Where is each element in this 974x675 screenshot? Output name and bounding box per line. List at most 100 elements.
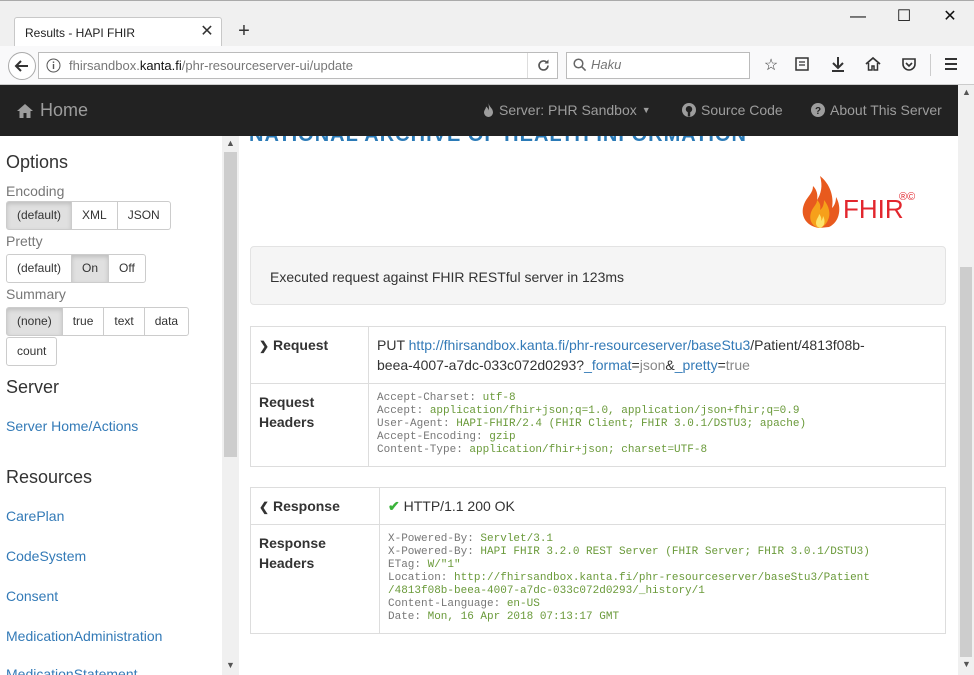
summary-text-button[interactable]: text	[103, 307, 145, 336]
summary-data-button[interactable]: data	[143, 307, 190, 336]
search-input[interactable]	[591, 57, 741, 72]
header-line: /4813f08b-beea-4007-a7dc-033c072d0293/_h…	[388, 585, 705, 597]
url-text: fhirsandbox.kanta.fi/phr-resourceserver-…	[69, 58, 353, 73]
resource-link-medicationstatement[interactable]: MedicationStatement	[6, 666, 138, 675]
response-headers: X-Powered-By: Servlet/3.1 X-Powered-By: …	[379, 524, 946, 634]
scroll-down-icon[interactable]: ▼	[226, 660, 235, 670]
new-tab-icon[interactable]: +	[234, 21, 254, 43]
pretty-default-button[interactable]: (default)	[6, 254, 73, 283]
response-headers-label-2: Headers	[259, 555, 315, 571]
summary-none-button[interactable]: (none)	[6, 307, 63, 336]
main-content: NATIONAL ARCHIVE OF HEALTH INFORMATION F…	[239, 136, 958, 675]
close-tab-icon[interactable]: ✕	[199, 24, 215, 40]
browser-navbar: fhirsandbox.kanta.fi/phr-resourceserver-…	[0, 46, 974, 85]
source-code-link[interactable]: Source Code	[682, 102, 783, 118]
resource-link-careplan[interactable]: CarePlan	[6, 508, 64, 524]
app-navbar: Home Server: PHR Sandbox ▼ Source Code ?…	[0, 85, 958, 136]
summary-count-button[interactable]: count	[6, 337, 58, 366]
fhir-logo: FHIR ®©	[802, 176, 915, 228]
request-headers-label-1: Request	[259, 394, 315, 410]
sidebar-scroll-thumb[interactable]	[224, 152, 237, 457]
download-icon[interactable]	[827, 56, 849, 76]
url-bar[interactable]: fhirsandbox.kanta.fi/phr-resourceserver-…	[38, 52, 558, 79]
close-window-icon[interactable]: ✕	[936, 7, 964, 27]
info-icon	[46, 58, 61, 73]
server-home-link[interactable]: Server Home/Actions	[6, 418, 138, 434]
resource-link-medicationadministration[interactable]: MedicationAdministration	[6, 628, 162, 644]
response-label-cell[interactable]: ❮ Response	[250, 487, 380, 525]
scroll-up-icon[interactable]: ▲	[226, 138, 235, 148]
about-server-label: About This Server	[830, 102, 942, 118]
header-line: Accept-Encoding: gzip	[377, 431, 516, 443]
resource-link-consent[interactable]: Consent	[6, 588, 58, 604]
fhir-logo-text: FHIR	[843, 194, 904, 224]
home-icon[interactable]	[862, 56, 884, 76]
summary-true-button[interactable]: true	[61, 307, 105, 336]
reload-icon[interactable]	[536, 58, 551, 73]
pocket-icon[interactable]	[898, 56, 920, 76]
search-bar[interactable]	[566, 52, 750, 79]
page-scroll-thumb[interactable]	[960, 267, 972, 657]
encoding-json-button[interactable]: JSON	[116, 201, 171, 230]
execution-summary: Executed request against FHIR RESTful se…	[250, 246, 946, 305]
page-scroll-up-icon[interactable]: ▲	[962, 87, 971, 97]
page-scrollbar[interactable]: ▲ ▼	[958, 85, 974, 675]
request-line: PUT http://fhirsandbox.kanta.fi/phr-reso…	[368, 326, 946, 384]
chevron-left-icon: ❮	[259, 500, 270, 514]
back-button[interactable]	[8, 52, 36, 80]
menu-icon[interactable]	[940, 56, 962, 76]
chevron-right-icon: ❯	[259, 339, 270, 353]
home-icon	[17, 103, 33, 118]
reading-list-icon[interactable]	[791, 56, 813, 76]
minimize-icon[interactable]: —	[844, 7, 872, 27]
resource-link-codesystem[interactable]: CodeSystem	[6, 548, 86, 564]
browser-tab[interactable]: Results - HAPI FHIR ✕	[14, 17, 222, 47]
execution-text: Executed request against FHIR RESTful se…	[270, 269, 625, 285]
response-status-text: HTTP/1.1 200 OK	[403, 498, 515, 514]
source-code-label: Source Code	[701, 102, 783, 118]
pretty-on-button[interactable]: On	[71, 254, 110, 283]
response-headers-label-cell: Response Headers	[250, 524, 380, 634]
question-circle-icon: ?	[811, 103, 825, 117]
sidebar-scrollbar[interactable]: ▲ ▼	[222, 136, 239, 675]
header-line: Content-Language: en-US	[388, 598, 540, 610]
request-path-1: /Patient/4813f08b-	[750, 337, 865, 353]
pretty-label: Pretty	[6, 233, 43, 249]
request-headers: Accept-Charset: utf-8 Accept: applicatio…	[368, 383, 946, 467]
header-line: ETag: W/"1"	[388, 559, 461, 571]
window-titlebar: Results - HAPI FHIR ✕ + — ☐ ✕	[0, 0, 974, 47]
header-line: Accept-Charset: utf-8	[377, 392, 516, 404]
request-method: PUT	[377, 337, 405, 353]
param-pretty-value: true	[725, 357, 750, 373]
page-title: NATIONAL ARCHIVE OF HEALTH INFORMATION	[249, 136, 747, 147]
resources-title: Resources	[6, 467, 93, 487]
header-line: Accept: application/fhir+json;q=1.0, app…	[377, 405, 800, 417]
header-line: Date: Mon, 16 Apr 2018 07:13:17 GMT	[388, 611, 620, 623]
encoding-xml-button[interactable]: XML	[71, 201, 118, 230]
page-scroll-down-icon[interactable]: ▼	[962, 659, 971, 669]
maximize-icon[interactable]: ☐	[890, 7, 918, 27]
about-server-link[interactable]: ? About This Server	[811, 102, 942, 118]
request-label-cell[interactable]: ❯ Request	[250, 326, 369, 384]
arrow-left-icon	[14, 60, 28, 72]
home-link[interactable]: Home	[16, 100, 88, 121]
param-pretty-key: _pretty	[674, 357, 718, 373]
request-base-url[interactable]: http://fhirsandbox.kanta.fi/phr-resource…	[409, 337, 751, 353]
header-line: X-Powered-By: Servlet/3.1	[388, 533, 554, 545]
response-table: ❮ Response ✔ HTTP/1.1 200 OK Response He…	[250, 487, 946, 634]
options-title: Options	[6, 152, 69, 172]
server-title: Server	[6, 377, 60, 397]
pretty-off-button[interactable]: Off	[108, 254, 146, 283]
server-dropdown[interactable]: Server: PHR Sandbox ▼	[483, 102, 651, 118]
request-headers-label-2: Headers	[259, 414, 315, 430]
encoding-default-button[interactable]: (default)	[6, 201, 73, 230]
server-label: Server: PHR Sandbox	[499, 102, 637, 118]
summary-label: Summary	[6, 286, 66, 302]
bookmark-star-icon[interactable]: ☆	[760, 56, 782, 76]
request-headers-label-cell: Request Headers	[250, 383, 369, 467]
fire-icon	[484, 102, 493, 117]
summary-group: (none) true text data	[6, 307, 190, 336]
request-path-2: beea-4007-a7dc-033c072d0293?	[377, 357, 585, 373]
header-line: User-Agent: HAPI-FHIR/2.4 (FHIR Client; …	[377, 418, 807, 430]
param-format-value: json	[639, 357, 666, 373]
